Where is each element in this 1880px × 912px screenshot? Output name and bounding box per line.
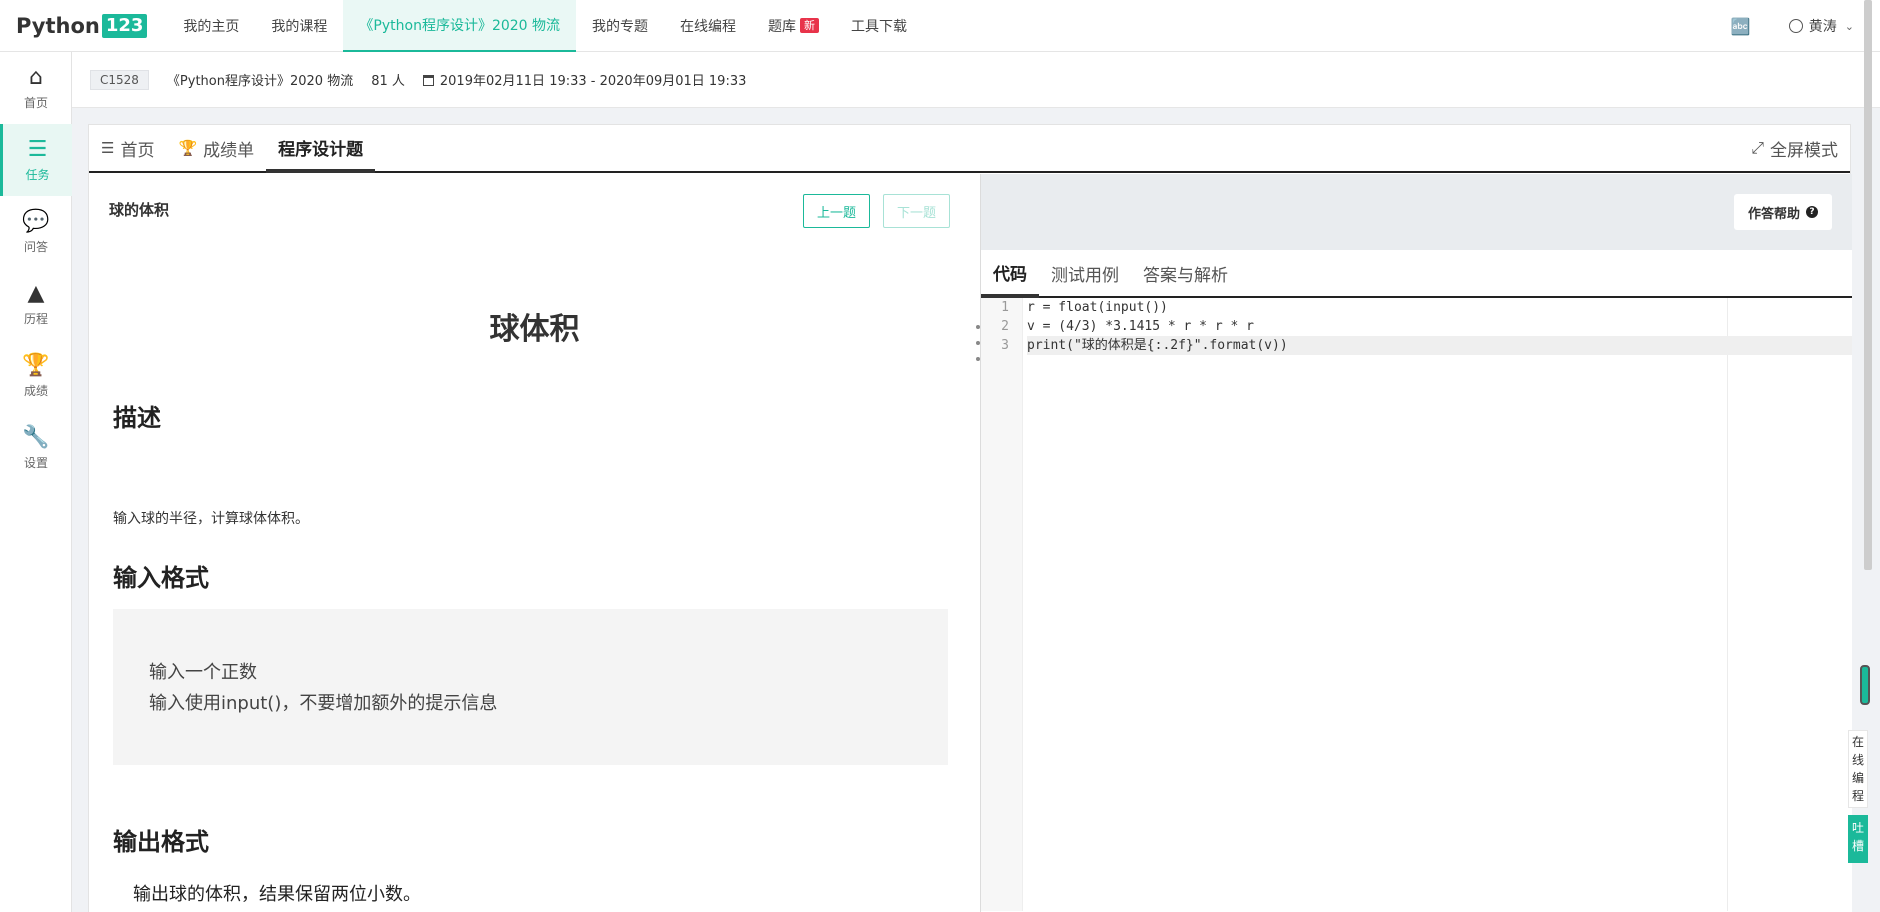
- sidebar-item-tasks[interactable]: ☰ 任务: [0, 124, 72, 196]
- nav-my-courses[interactable]: 我的课程: [255, 0, 343, 52]
- calendar-icon: [422, 75, 434, 86]
- output-format-text: 输出球的体积，结果保留两位小数。: [133, 884, 421, 905]
- user-menu[interactable]: 黄涛 ⌄: [1788, 16, 1854, 36]
- code-line[interactable]: v = (4/3) *3.1415 * r * r * r: [1027, 317, 1852, 336]
- course-name: 《Python程序设计》2020 物流: [166, 74, 354, 89]
- chevron-down-icon: ⌄: [1844, 19, 1854, 33]
- sidebar-item-settings[interactable]: 🔧 设置: [0, 412, 72, 484]
- new-badge: 新: [800, 18, 820, 33]
- nav-question-bank[interactable]: 题库 新: [752, 0, 835, 52]
- sidebar-item-label: 历程: [23, 311, 48, 326]
- question-icon: ?: [1806, 206, 1818, 218]
- expand-icon: ⤢: [1751, 138, 1764, 157]
- input-format-line: 输入使用input()，不要增加额外的提示信息: [149, 693, 498, 714]
- tasks-icon: ☰: [27, 136, 48, 162]
- print-margin: [1727, 298, 1728, 911]
- sidebar-item-home[interactable]: ⌂ 首页: [0, 52, 72, 124]
- nav-current-course[interactable]: 《Python程序设计》2020 物流: [343, 0, 577, 52]
- tab-grades[interactable]: 🏆 成绩单: [166, 125, 266, 171]
- code-line[interactable]: r = float(input()): [1027, 298, 1852, 317]
- course-info-bar: C1528 《Python程序设计》2020 物流 81 人 2019年02月1…: [72, 52, 1880, 108]
- tab-home[interactable]: ☰ 首页: [89, 125, 166, 171]
- tree-icon: ▲: [27, 280, 45, 306]
- main-panel: ☰ 首页 🏆 成绩单 程序设计题 ⤢ 全屏模式 球的体积 上一题 下一题 球体积…: [88, 124, 1852, 912]
- sidebar-item-label: 首页: [23, 95, 48, 110]
- tab-label: 程序设计题: [278, 139, 364, 160]
- sidebar-item-qa[interactable]: 💬 问答: [0, 196, 72, 268]
- nav-right: 🔤 黄涛 ⌄: [1731, 0, 1854, 52]
- line-number: 2: [1001, 319, 1009, 334]
- description-heading: 描述: [113, 404, 161, 432]
- prev-problem-button[interactable]: 上一题: [803, 194, 870, 228]
- wrench-icon: 🔧: [22, 424, 50, 450]
- fullscreen-button[interactable]: ⤢ 全屏模式: [1751, 125, 1838, 171]
- sidebar-item-label: 任务: [25, 167, 50, 182]
- scroll-progress-indicator[interactable]: [1860, 665, 1870, 705]
- translate-icon[interactable]: 🔤: [1731, 17, 1751, 36]
- tab-label: 首页: [120, 140, 155, 161]
- chat-icon: 💬: [22, 208, 50, 234]
- input-format-box: 输入一个正数 输入使用input()，不要增加额外的提示信息: [113, 609, 948, 765]
- answer-help-button[interactable]: 作答帮助 ?: [1733, 194, 1832, 230]
- sidebar-item-label: 问答: [23, 239, 48, 254]
- next-problem-button[interactable]: 下一题: [883, 194, 950, 228]
- tab-test-cases[interactable]: 测试用例: [1039, 250, 1131, 296]
- course-period-text: 2019年02月11日 19:33 - 2020年09月01日 19:33: [439, 74, 747, 89]
- tab-answer-analysis[interactable]: 答案与解析: [1131, 250, 1240, 296]
- sidebar-item-grades[interactable]: 🏆 成绩: [0, 340, 72, 412]
- problem-heading: 球体积: [489, 312, 580, 347]
- user-name: 黄涛: [1808, 19, 1837, 35]
- nav-my-topics[interactable]: 我的专题: [576, 0, 664, 52]
- problem-pane: 球的体积 上一题 下一题 球体积 描述 输入球的半径，计算球体体积。 输入格式 …: [89, 174, 980, 912]
- code-line-active[interactable]: print("球的体积是{:.2f}".format(v)): [1027, 336, 1852, 355]
- student-count: 81 人: [371, 74, 405, 89]
- logo[interactable]: Python 123: [16, 13, 148, 38]
- editor-pane: 作答帮助 ? 代码 测试用例 答案与解析 1 2 3 r = float(inp…: [980, 174, 1852, 912]
- page-scrollbar[interactable]: [1864, 0, 1872, 570]
- line-number: 3: [1001, 338, 1009, 353]
- top-nav: Python 123 我的主页 我的课程 《Python程序设计》2020 物流…: [0, 0, 1880, 52]
- nav-my-home[interactable]: 我的主页: [167, 0, 255, 52]
- home-icon: ⌂: [29, 64, 43, 90]
- sidebar-item-label: 设置: [23, 455, 48, 470]
- nav-tool-download[interactable]: 工具下载: [835, 0, 923, 52]
- sidebar: ⌂ 首页 ☰ 任务 💬 问答 ▲ 历程 🏆 成绩 🔧 设置: [0, 52, 72, 912]
- main-tabs: ☰ 首页 🏆 成绩单 程序设计题 ⤢ 全屏模式: [89, 125, 1850, 173]
- tab-label: 成绩单: [203, 140, 255, 161]
- feedback-float[interactable]: 吐槽: [1848, 815, 1868, 863]
- sidebar-item-history[interactable]: ▲ 历程: [0, 268, 72, 340]
- tab-code[interactable]: 代码: [981, 250, 1039, 298]
- course-period: 2019年02月11日 19:33 - 2020年09月01日 19:33: [422, 70, 747, 89]
- code-lines: r = float(input()) v = (4/3) *3.1415 * r…: [1027, 298, 1852, 355]
- input-format-heading: 输入格式: [113, 564, 209, 592]
- list-icon: ☰: [101, 139, 115, 157]
- sidebar-item-label: 成绩: [23, 383, 48, 398]
- user-icon: [1788, 19, 1803, 33]
- tab-programming-problem[interactable]: 程序设计题: [266, 125, 376, 173]
- line-number-gutter: 1 2 3: [981, 298, 1023, 911]
- input-format-line: 输入一个正数: [149, 662, 257, 683]
- trophy-icon: 🏆: [22, 352, 50, 378]
- online-coding-float[interactable]: 在线编程: [1848, 730, 1868, 808]
- editor-toolbar: 作答帮助 ?: [981, 174, 1852, 250]
- nav-online-coding[interactable]: 在线编程: [664, 0, 752, 52]
- code-editor[interactable]: 1 2 3 r = float(input()) v = (4/3) *3.14…: [981, 298, 1852, 911]
- trophy-icon: 🏆: [178, 139, 198, 157]
- logo-number: 123: [101, 13, 148, 38]
- course-code: C1528: [90, 69, 149, 90]
- description-text: 输入球的半径，计算球体体积。: [113, 511, 309, 527]
- problem-title: 球的体积: [109, 201, 170, 219]
- nav-question-bank-label: 题库: [768, 18, 797, 35]
- fullscreen-label: 全屏模式: [1770, 140, 1838, 161]
- editor-tabs: 代码 测试用例 答案与解析: [981, 250, 1852, 298]
- logo-text: Python: [16, 13, 100, 38]
- answer-help-label: 作答帮助: [1747, 206, 1800, 222]
- output-format-heading: 输出格式: [113, 828, 209, 856]
- line-number: 1: [1001, 300, 1009, 315]
